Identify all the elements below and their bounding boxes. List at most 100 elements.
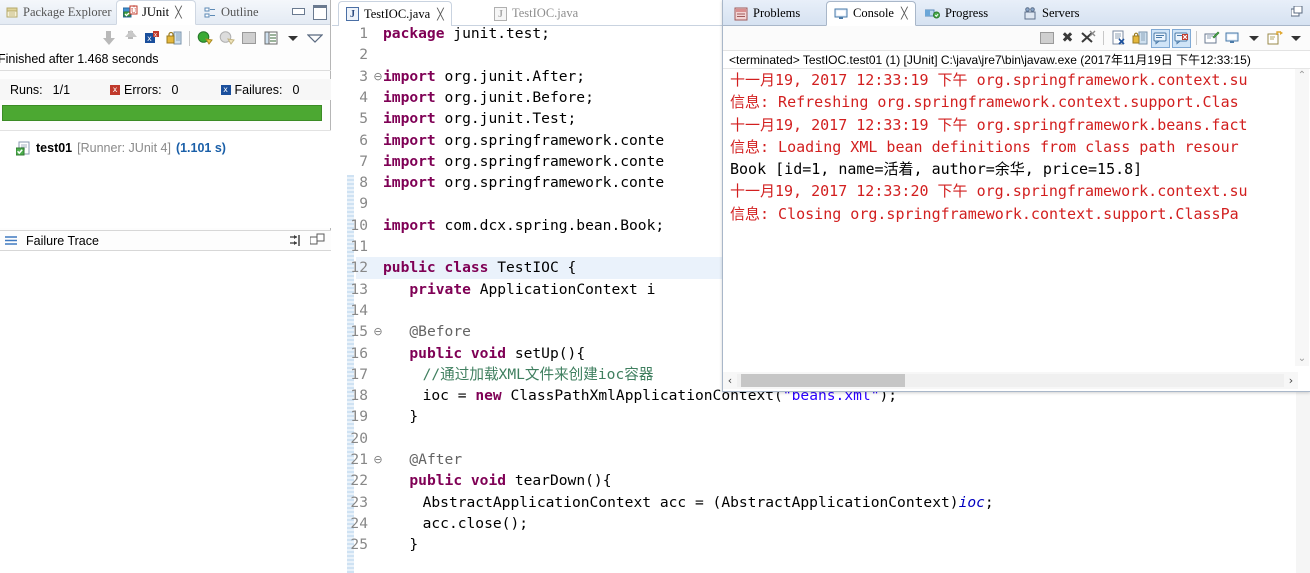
remove-all-icon[interactable] [1079, 29, 1098, 48]
toolbar-separator [1196, 31, 1197, 45]
line-number: 14 [350, 301, 368, 319]
line-number: 15 [350, 323, 368, 341]
history-icon[interactable] [261, 28, 281, 48]
fold-toggle-icon[interactable]: ⊖ [373, 449, 383, 470]
junit-counters: Runs: 1/1 x Errors: 0 x Failures: 0 [0, 79, 331, 100]
console-output-line: 十一月19, 2017 12:33:20 下午 org.springframew… [730, 182, 1248, 201]
scroll-right-icon[interactable]: › [1284, 374, 1298, 387]
java-file-icon: J [494, 6, 507, 21]
outline-icon [204, 6, 217, 19]
remove-icon[interactable]: ✖ [1058, 29, 1077, 48]
hscroll-thumb[interactable] [741, 374, 905, 387]
junit-view-window-buttons [291, 4, 327, 20]
junit-result-tree[interactable]: test01 [Runner: JUnit 4] (1.101 s) [0, 130, 331, 228]
console-output-line: 信息: Refreshing org.springframework.conte… [730, 93, 1239, 112]
process-header: <terminated> TestIOC.test01 (1) [JUnit] … [723, 51, 1310, 69]
servers-icon [1023, 6, 1037, 21]
test-passed-icon [15, 141, 31, 156]
chevron-down-icon[interactable] [305, 28, 325, 48]
restore-view-button[interactable] [1290, 5, 1304, 19]
failures-filter-icon[interactable]: xx [142, 28, 162, 48]
tab-label: Servers [1042, 6, 1080, 20]
rerun-failed-icon[interactable] [217, 28, 237, 48]
caret-down-icon[interactable] [1286, 29, 1305, 48]
code-text: import org.junit.Before; [383, 88, 594, 106]
line-number: 16 [350, 344, 368, 362]
tab-label: TestIOC.java [364, 6, 431, 21]
tab-testioc-java-active[interactable]: J TestIOC.java ╳ [338, 1, 452, 26]
close-icon[interactable]: ╳ [437, 8, 444, 21]
close-icon[interactable]: ╳ [901, 7, 908, 20]
rerun-icon[interactable] [195, 28, 215, 48]
tab-console[interactable]: Console ╳ [826, 1, 916, 26]
clear-console-icon[interactable] [1109, 29, 1128, 48]
java-file-icon: J [346, 7, 359, 21]
tab-testioc-java-inactive[interactable]: J TestIOC.java [487, 1, 585, 26]
code-text: @Before [409, 323, 471, 341]
code-text: public void tearDown(){ [409, 472, 612, 490]
console-view-tabbar: Problems Console ╳ Progress Servers [723, 0, 1310, 26]
scroll-left-icon[interactable]: ‹ [723, 374, 737, 387]
tab-servers[interactable]: Servers [1016, 1, 1087, 26]
svg-text:x: x [154, 33, 157, 39]
arrow-down-icon[interactable] [98, 28, 118, 48]
failure-trace-label: Failure Trace [26, 233, 99, 248]
arrow-up-icon[interactable] [120, 28, 140, 48]
display-console-icon[interactable] [1223, 29, 1242, 48]
tab-problems[interactable]: Problems [727, 1, 807, 26]
open-console-icon[interactable] [1265, 29, 1284, 48]
code-text: public class TestIOC { [383, 259, 577, 277]
stop-icon[interactable] [239, 28, 259, 48]
console-vertical-scrollbar[interactable]: ⌃ ⌄ [1295, 69, 1309, 366]
filter-icon[interactable] [289, 233, 304, 248]
caret-down-icon[interactable] [283, 28, 303, 48]
close-icon[interactable]: ╳ [175, 6, 182, 19]
scroll-down-icon[interactable]: ⌄ [1296, 353, 1308, 365]
junit-view-toolbar: xx [0, 25, 330, 51]
scroll-up-icon[interactable]: ⌃ [1296, 70, 1308, 82]
pin-console-icon[interactable] [1202, 29, 1221, 48]
code-text: public void setUp(){ [409, 344, 586, 362]
list-item[interactable]: test01 [Runner: JUnit 4] (1.101 s) [0, 138, 331, 158]
tab-label: Problems [753, 6, 801, 20]
show-on-output-icon[interactable] [1151, 28, 1170, 48]
junit-status-text: Finished after 1.468 seconds [0, 52, 159, 66]
progress-icon [924, 7, 940, 21]
console-horizontal-scrollbar[interactable]: ‹ › [723, 372, 1298, 389]
tab-progress[interactable]: Progress [918, 1, 995, 26]
stack-trace-icon [5, 235, 18, 247]
line-number: 18 [350, 387, 368, 405]
failure-trace-body [0, 251, 331, 573]
minimize-icon[interactable] [291, 4, 305, 18]
lock-icon[interactable] [164, 28, 184, 48]
failure-trace-buttons [289, 233, 325, 248]
line-number: 8 [359, 174, 368, 192]
junit-progress-bar [2, 105, 322, 121]
fold-toggle-icon[interactable]: ⊖ [373, 66, 383, 87]
maximize-icon[interactable] [312, 4, 327, 20]
line-number: 1 [359, 26, 368, 42]
code-text: import org.junit.Test; [383, 110, 577, 128]
tab-package-explorer[interactable]: Package Explorer [0, 0, 118, 25]
line-number: 11 [350, 238, 368, 255]
counter-label: Failures: [234, 82, 283, 97]
show-on-error-icon[interactable] [1172, 28, 1191, 48]
line-number: 20 [350, 429, 368, 447]
tab-label: TestIOC.java [512, 6, 579, 20]
package-explorer-icon [6, 6, 19, 19]
tab-junit[interactable]: U * JUnit ╳ [116, 0, 196, 25]
terminate-icon[interactable] [1037, 29, 1056, 48]
console-output-line: Book [id=1, name=活着, author=余华, price=15… [730, 160, 1143, 179]
tab-outline[interactable]: Outline [198, 0, 278, 25]
line-number: 6 [359, 131, 368, 149]
console-output[interactable]: 十一月19, 2017 12:33:19 下午 org.springframew… [723, 69, 1296, 366]
counter-failures: x Failures: 0 [220, 82, 299, 97]
line-number: 17 [350, 365, 368, 383]
scroll-lock-icon[interactable] [1130, 29, 1149, 48]
compare-icon[interactable] [309, 233, 325, 248]
hscroll-track[interactable] [737, 374, 1284, 387]
tab-label: Console [853, 6, 894, 20]
test-runner: [Runner: JUnit 4] [77, 141, 171, 155]
caret-down-icon[interactable] [1244, 29, 1263, 48]
fold-toggle-icon[interactable]: ⊖ [373, 321, 383, 342]
